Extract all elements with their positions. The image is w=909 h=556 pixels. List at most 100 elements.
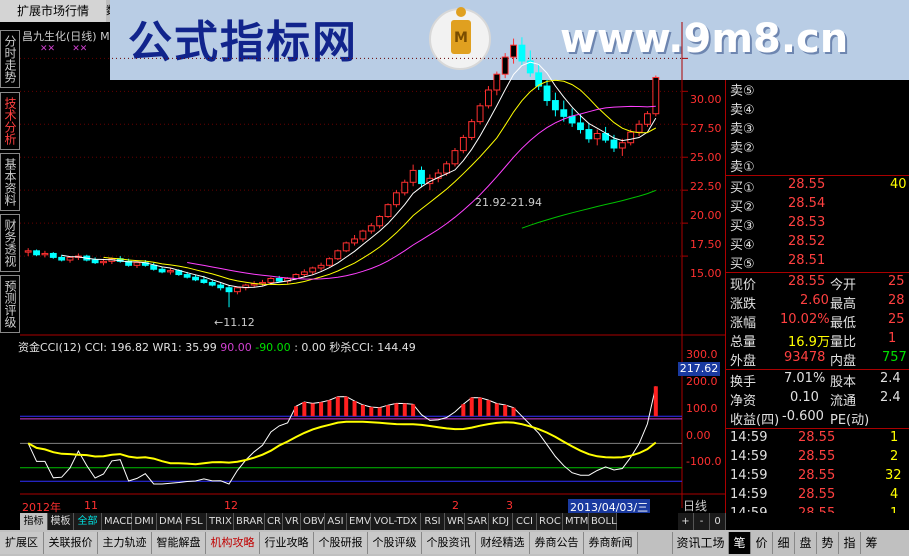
buy4-label: 买④: [730, 238, 755, 253]
indicator-tab-14[interactable]: VOL-TDX: [371, 513, 421, 530]
bottom-tab-1[interactable]: 关联报价: [44, 532, 98, 554]
ma10-line: [103, 79, 657, 286]
bottom-tab-0[interactable]: 扩展区: [0, 532, 44, 554]
buy1-label: 买①: [730, 181, 755, 196]
signal-bar: [369, 407, 374, 417]
tick-time: 14:59: [730, 487, 768, 502]
panel-tab-4[interactable]: 盘: [794, 532, 816, 554]
bottom-tab-10[interactable]: 券商公告: [530, 532, 584, 554]
indicator-tab-15[interactable]: RSI: [421, 513, 445, 530]
period-label[interactable]: 日线: [683, 497, 707, 514]
candle-body: [275, 278, 283, 282]
bottom-tab-6[interactable]: 个股研报: [314, 532, 368, 554]
date-label: 12: [224, 499, 238, 512]
candle-body: [618, 142, 626, 149]
indicator-tab-5[interactable]: DMA: [157, 513, 182, 530]
indicator-tab-18[interactable]: KDJ: [489, 513, 513, 530]
indicator-tab-9[interactable]: CR: [265, 513, 283, 530]
tick-price: 28.55: [798, 468, 836, 483]
bottom-tab-9[interactable]: 财经精选: [476, 532, 530, 554]
candle-body: [225, 287, 233, 293]
bottom-tab-11[interactable]: 券商新闻: [584, 532, 638, 554]
candle-body: [91, 259, 99, 264]
candle-body: [100, 260, 107, 264]
indicator-tab-11[interactable]: OBV: [301, 513, 325, 530]
indicator-tab-4[interactable]: DMI: [132, 513, 157, 530]
market-tab[interactable]: 扩展市场行情: [0, 0, 107, 22]
indicator-tab-20[interactable]: ROC: [537, 513, 563, 530]
indicator-tab-7[interactable]: TRIX: [207, 513, 234, 530]
candle-body: [300, 271, 308, 276]
tab-fenshi[interactable]: 分时走势: [0, 30, 20, 88]
zoom-button-0[interactable]: +: [678, 513, 694, 530]
indicator-tab-3[interactable]: MACD: [102, 513, 134, 530]
signal-bar: [402, 403, 407, 417]
stat-label: 总量: [730, 335, 757, 350]
indicator-tab-17[interactable]: SAR: [465, 513, 489, 530]
zoom-button-2[interactable]: 0: [710, 513, 726, 530]
tick-vol: 2: [890, 449, 899, 464]
stat-label: 内盘: [830, 354, 857, 369]
panel-tab-0[interactable]: 资讯工场: [672, 532, 728, 554]
candle-body: [652, 76, 660, 115]
price-tick: 22.50: [690, 180, 722, 193]
signal-bar: [310, 403, 315, 417]
panel-tab-2[interactable]: 价: [750, 532, 772, 554]
panel-tab-6[interactable]: 指: [838, 532, 860, 554]
bottom-tab-5[interactable]: 行业攻略: [260, 532, 314, 554]
signal-bar: [394, 403, 399, 417]
panel-tab-3[interactable]: 细: [772, 532, 794, 554]
signal-bar: [411, 404, 416, 417]
indicator-tab-19[interactable]: CCI: [513, 513, 537, 530]
indicator-tab-1[interactable]: 模板: [48, 513, 74, 530]
indicator-tab-2[interactable]: 全部: [74, 513, 102, 530]
candle-body: [259, 281, 266, 285]
panel-tab-1[interactable]: 笔: [728, 532, 750, 554]
indicator-tab-12[interactable]: ASI: [325, 513, 347, 530]
tab-caiwu[interactable]: 财务透视: [0, 214, 20, 272]
panel-tab-5[interactable]: 势: [816, 532, 838, 554]
indicator-tab-16[interactable]: WR: [445, 513, 465, 530]
candle-body: [551, 100, 559, 111]
candle-body: [560, 109, 568, 117]
indicator-header: 资金CCI(12) CCI: 196.82 WR1: 35.99 90.00 -…: [18, 339, 416, 355]
indicator-tab-10[interactable]: VR: [283, 513, 301, 530]
price-tick: 25.00: [690, 151, 722, 164]
indicator-tab-8[interactable]: BRAR: [234, 513, 265, 530]
bottom-tab-3[interactable]: 智能解盘: [152, 532, 206, 554]
candle-body: [367, 225, 375, 232]
stat-label: 收益(四): [730, 413, 780, 428]
indicator-tab-22[interactable]: BOLL: [589, 513, 617, 530]
price-tick: 17.50: [690, 238, 722, 251]
tick-price: 28.55: [798, 487, 836, 502]
candle-body: [33, 250, 40, 256]
signal-bar: [352, 401, 357, 417]
signal-bar: [386, 405, 391, 417]
indicator-tab-21[interactable]: MTM: [563, 513, 589, 530]
panel-tab-7[interactable]: 筹: [860, 532, 882, 554]
ind-tick: 0.00: [686, 429, 711, 442]
tab-yuce[interactable]: 预测评级: [0, 275, 20, 333]
tab-jiben[interactable]: 基本资料: [0, 153, 20, 211]
low-annotation: ←11.12: [214, 316, 255, 329]
tab-jishu[interactable]: 技术分析: [0, 92, 20, 150]
bottom-tab-4[interactable]: 机构攻略: [206, 532, 260, 554]
candle-body: [359, 230, 367, 240]
kline-chart[interactable]: [20, 22, 725, 508]
indicator-tab-6[interactable]: FSL: [182, 513, 207, 530]
stat-value: 2.4: [880, 371, 901, 386]
bottom-tab-7[interactable]: 个股评级: [368, 532, 422, 554]
indicator-tab-0[interactable]: 指标: [20, 513, 48, 530]
high-annotation: 21.92-21.94: [475, 196, 542, 209]
stat-value: 28.55: [788, 274, 826, 289]
candle-body: [309, 267, 317, 273]
ind-tick: 200.0: [686, 375, 718, 388]
stat-value: 2.4: [880, 390, 901, 405]
zoom-button-1[interactable]: -: [694, 513, 710, 530]
indicator-tab-13[interactable]: EMV: [347, 513, 371, 530]
bottom-tab-2[interactable]: 主力轨迹: [98, 532, 152, 554]
date-label: 2: [452, 499, 459, 512]
bottom-tab-8[interactable]: 个股资讯: [422, 532, 476, 554]
signal-bar: [302, 402, 307, 417]
panel-divider: [725, 80, 726, 530]
